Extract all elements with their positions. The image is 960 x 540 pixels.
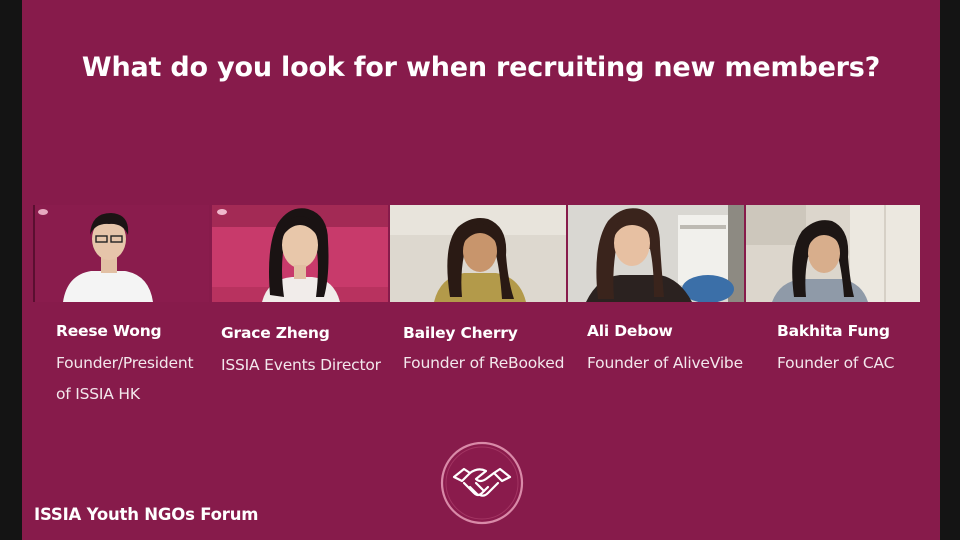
letterbox-right xyxy=(940,0,960,540)
participant-name: Bailey Cherry xyxy=(403,324,518,342)
video-tile-reese-wong[interactable] xyxy=(33,205,209,302)
video-tile-ali-debow[interactable] xyxy=(568,205,744,302)
forum-title: ISSIA Youth NGOs Forum xyxy=(34,505,259,524)
letterbox-left xyxy=(0,0,22,540)
video-tile-bakhita-fung[interactable] xyxy=(746,205,920,302)
participant-video xyxy=(212,205,388,302)
participant-role-line: of ISSIA HK xyxy=(56,385,140,403)
participant-name: Bakhita Fung xyxy=(777,322,890,340)
video-call-stage: What do you look for when recruiting new… xyxy=(0,0,960,540)
slide-title: What do you look for when recruiting new… xyxy=(81,52,881,83)
shared-slide: What do you look for when recruiting new… xyxy=(22,0,940,540)
participant-role-line: Founder of CAC xyxy=(777,354,895,372)
participant-name: Grace Zheng xyxy=(221,324,330,342)
participant-role-line: ISSIA Events Director xyxy=(221,356,381,374)
participant-role: Founder of CAC xyxy=(777,348,960,379)
participant-role: Founder of AliveVibe xyxy=(587,348,787,379)
recording-icon xyxy=(217,209,227,215)
participant-name: Ali Debow xyxy=(587,322,673,340)
participant-role-line: Founder of AliveVibe xyxy=(587,354,743,372)
participant-video xyxy=(33,205,209,302)
video-tile-grace-zheng[interactable] xyxy=(212,205,388,302)
recording-icon xyxy=(38,209,48,215)
participant-role-line: Founder of ReBooked xyxy=(403,354,565,372)
handshake-icon xyxy=(440,441,524,525)
participant-role: ISSIA Events Director xyxy=(221,350,421,381)
participant-video xyxy=(390,205,566,302)
video-tile-bailey-cherry[interactable] xyxy=(390,205,566,302)
participant-video xyxy=(568,205,744,302)
participant-video xyxy=(746,205,920,302)
participant-role: Founder of ReBooked xyxy=(403,348,603,379)
participant-name: Reese Wong xyxy=(56,322,162,340)
